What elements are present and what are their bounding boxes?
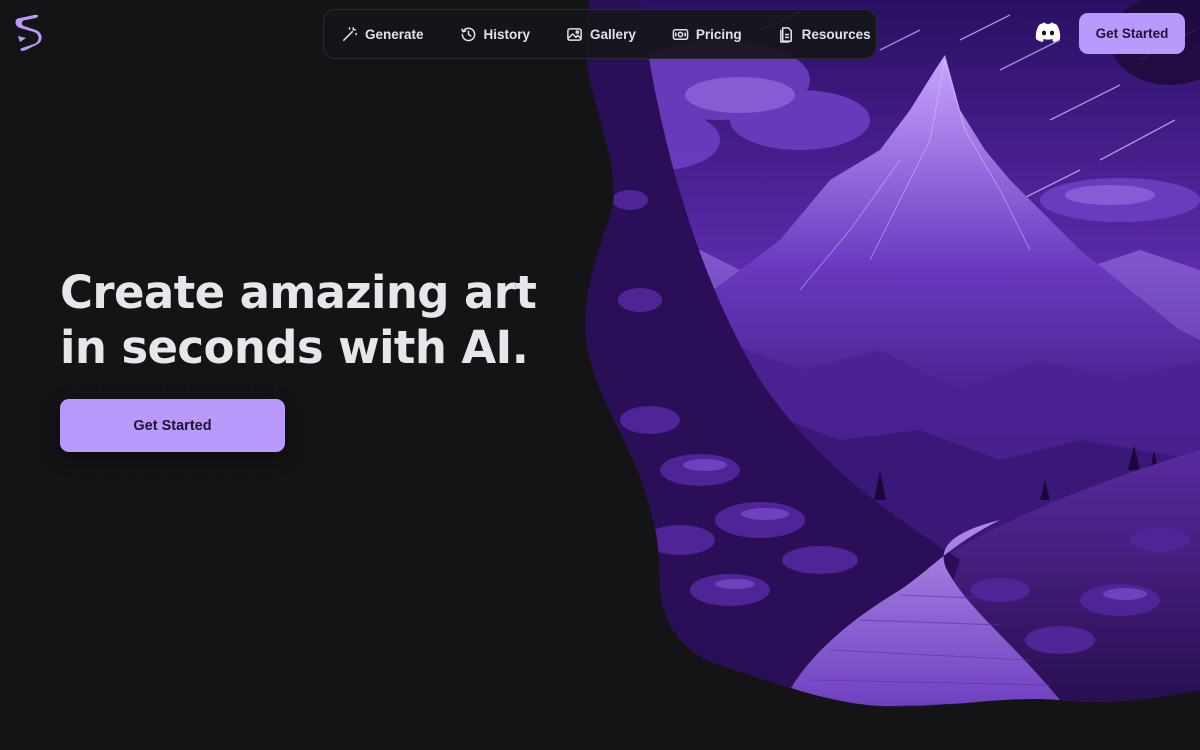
hero-artwork: [585, 0, 1200, 707]
document-icon: [779, 26, 792, 43]
image-gallery-icon: [567, 27, 582, 41]
nav-label-generate: Generate: [365, 26, 424, 42]
history-clock-icon: [460, 27, 475, 41]
hero-headline-line-2: in seconds with AI.: [60, 321, 529, 374]
brand-logo-icon[interactable]: [12, 14, 44, 54]
nav-history[interactable]: History: [460, 26, 531, 43]
hero-headline: Create amazing art in seconds with AI.: [60, 265, 540, 375]
header-get-started-button[interactable]: Get Started: [1079, 13, 1185, 54]
hero-headline-line-1: Create amazing art: [60, 266, 537, 319]
nav-generate[interactable]: Generate: [341, 26, 424, 43]
main-nav: Generate History Gallery Pricing Resourc…: [323, 9, 877, 59]
hero-get-started-button[interactable]: Get Started: [60, 399, 285, 452]
nav-gallery[interactable]: Gallery: [566, 26, 636, 43]
magic-wand-icon: [343, 26, 357, 41]
nav-resources[interactable]: Resources: [778, 26, 871, 43]
nav-pricing[interactable]: Pricing: [672, 26, 742, 43]
discord-icon[interactable]: [1035, 21, 1061, 43]
nav-label-pricing: Pricing: [695, 26, 742, 42]
nav-label-gallery: Gallery: [590, 26, 636, 42]
nav-label-history: History: [483, 26, 531, 42]
nav-label-resources: Resources: [801, 26, 871, 42]
pricing-tag-icon: [672, 28, 689, 40]
